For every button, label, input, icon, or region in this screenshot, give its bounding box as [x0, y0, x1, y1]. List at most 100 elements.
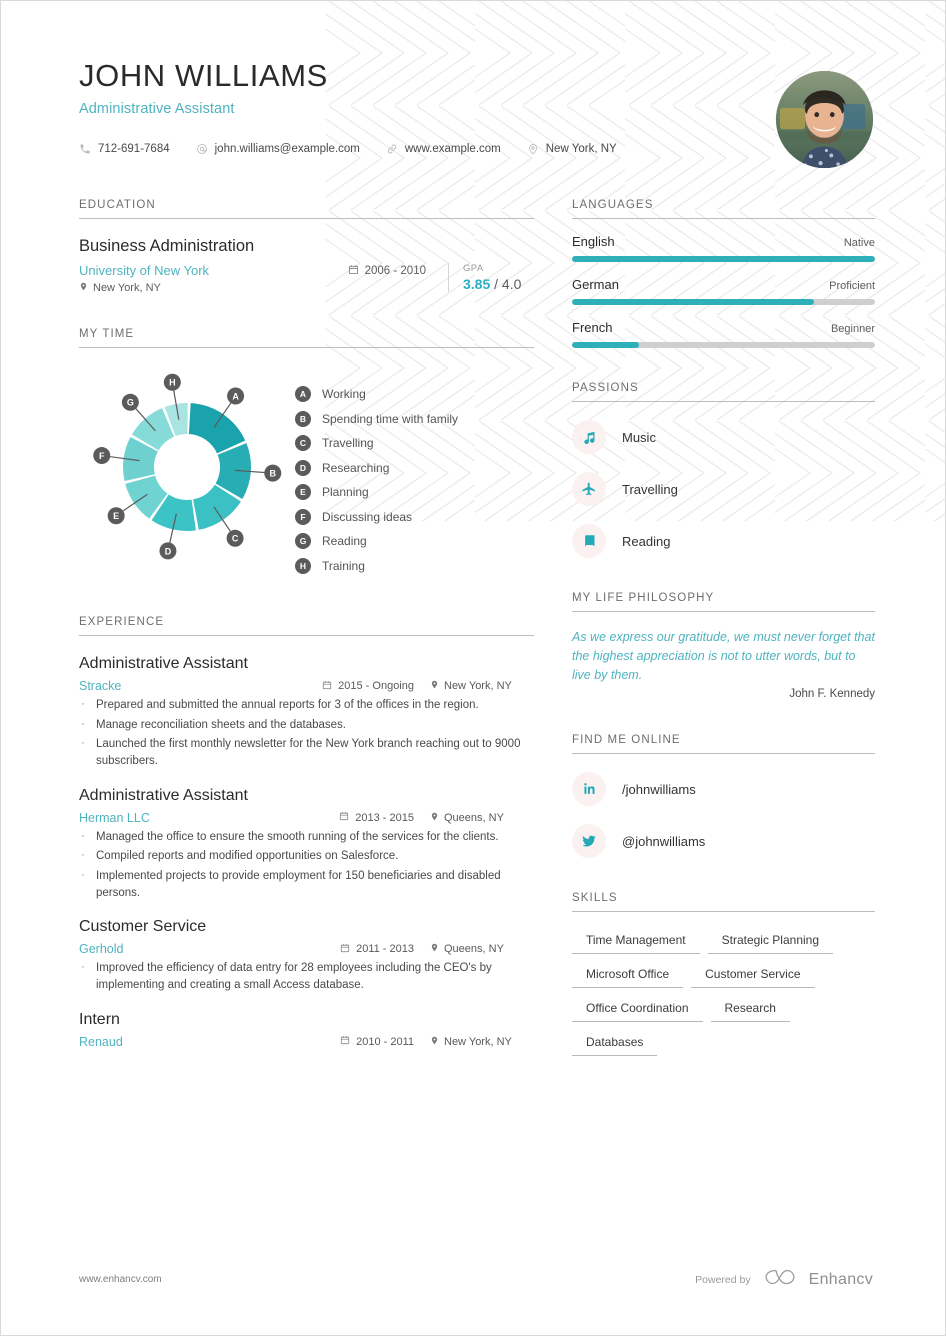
experience-bullets: · Improved the efficiency of data entry f…: [79, 960, 534, 993]
legend-label-c: Travelling: [322, 436, 374, 450]
legend-item: E Planning: [295, 484, 534, 500]
legend-item: A Working: [295, 386, 534, 402]
link-icon: [386, 143, 398, 155]
experience-company: Herman LLC: [79, 810, 150, 825]
language-item: English Native: [572, 234, 875, 262]
experience-role: Customer Service: [79, 918, 207, 936]
resume-header: JOHN WILLIAMS Administrative Assistant 7…: [79, 58, 873, 177]
language-progress-fill: [572, 256, 875, 262]
location-icon: [527, 143, 539, 155]
brand-name: Enhancv: [808, 1270, 873, 1288]
gpa-number: 3.85: [463, 276, 491, 292]
philosophy-section: MY LIFE PHILOSOPHY As we express our gra…: [572, 592, 875, 700]
my-time-donut-chart: A B C D E F G H: [79, 364, 295, 570]
experience-location-value: Queens, NY: [444, 943, 504, 956]
social-item-twitter[interactable]: @johnwilliams: [572, 824, 875, 858]
skills-section-title: SKILLS: [572, 892, 875, 912]
language-item: French Beginner: [572, 320, 875, 348]
experience-location: New York, NY: [430, 680, 534, 692]
passion-label-travelling: Travelling: [622, 481, 678, 497]
contact-phone[interactable]: 712-691-7684: [79, 143, 170, 155]
right-column: LANGUAGES English Native German Proficient F…: [572, 199, 875, 1056]
language-name: English: [572, 234, 615, 249]
calendar-icon: [339, 811, 349, 824]
education-location: New York, NY: [79, 282, 348, 294]
resume-page: JOHN WILLIAMS Administrative Assistant 7…: [0, 0, 946, 1336]
legend-item: D Researching: [295, 459, 534, 476]
language-item: German Proficient: [572, 277, 875, 305]
airplane-icon: [572, 472, 606, 506]
contact-website[interactable]: www.example.com: [386, 143, 501, 155]
legend-label-f: Discussing ideas: [322, 509, 413, 524]
donut-segment-a: [188, 403, 246, 454]
experience-bullets: · Managed the office to ensure the smooth…: [79, 829, 534, 902]
experience-bullet-text: Implemented projects to provide employme…: [96, 870, 501, 899]
experience-company: Gerhold: [79, 942, 124, 957]
passion-item-reading: Reading: [572, 524, 875, 558]
experience-date: 2011 - 2013: [340, 943, 414, 956]
legend-badge-d: D: [295, 459, 311, 476]
experience-date-value: 2011 - 2013: [356, 943, 414, 956]
gpa-box: GPA 3.85 / 4.0: [448, 263, 534, 292]
contact-email[interactable]: john.williams@example.com: [196, 143, 360, 155]
bullet-dot-icon: ·: [81, 849, 85, 862]
experience-location: New York, NY: [430, 1036, 534, 1048]
legend-label-b: Spending time with family: [322, 411, 459, 426]
skill-tag: Databases: [572, 1032, 658, 1056]
education-location-value: New York, NY: [93, 282, 161, 294]
experience-bullet: · Launched the first monthly newsletter f…: [79, 736, 534, 769]
passion-label-reading: Reading: [622, 533, 671, 549]
my-time-section: MY TIME ABCDEFGH A Working B Spending ti…: [79, 328, 534, 582]
linkedin-icon: [572, 772, 606, 806]
education-date: 2006 - 2010: [348, 263, 426, 278]
legend-label-h: Training: [322, 558, 365, 573]
location-icon: [430, 1036, 439, 1048]
experience-date-value: 2013 - 2015: [355, 811, 414, 824]
experience-date: 2013 - 2015: [339, 811, 414, 824]
gpa-scale: / 4.0: [494, 276, 522, 292]
legend-badge-b: B: [295, 410, 311, 427]
my-time-legend: A Working B Spending time with family C …: [295, 364, 534, 582]
passion-item-music: Music: [572, 420, 875, 454]
legend-badge-a: A: [295, 386, 311, 402]
calendar-icon: [322, 680, 332, 693]
social-label-linkedin: /johnwilliams: [622, 781, 696, 797]
bullet-dot-icon: ·: [81, 961, 85, 974]
social-label-twitter: @johnwilliams: [622, 833, 706, 849]
location-icon: [430, 943, 439, 955]
experience-bullet: · Implemented projects to provide employm…: [79, 868, 534, 901]
social-item-linkedin[interactable]: /johnwilliams: [572, 772, 875, 806]
language-progress-fill: [572, 299, 815, 305]
skill-tag: Time Management: [572, 930, 700, 954]
enhancv-logo-icon: [763, 1268, 797, 1291]
experience-entry: Intern Renaud 2010 - 2011 New York, NY: [79, 1011, 534, 1049]
experience-bullet-text: Improved the efficiency of data entry fo…: [96, 962, 492, 992]
powered-by-label: Powered by: [695, 1273, 751, 1286]
experience-bullet: · Prepared and submitted the annual repor…: [79, 697, 534, 714]
footer-url[interactable]: www.enhancv.com: [79, 1274, 162, 1285]
experience-bullet-text: Managed the office to ensure the smooth …: [96, 830, 499, 843]
contact-row: 712-691-7684 john.williams@example.com w…: [79, 143, 873, 155]
skills-section: SKILLS Time Management Strategic Planning…: [572, 892, 875, 1056]
job-title: Administrative Assistant: [79, 100, 235, 117]
legend-badge-f: F: [295, 508, 311, 525]
contact-location[interactable]: New York, NY: [527, 143, 617, 155]
location-icon: [79, 282, 88, 294]
experience-location: Queens, NY: [430, 812, 534, 824]
education-date-value: 2006 - 2010: [364, 265, 426, 277]
contact-email-value: john.williams@example.com: [214, 142, 360, 155]
philosophy-author: John F. Kennedy: [789, 688, 875, 700]
experience-bullet-text: Launched the first monthly newsletter fo…: [96, 738, 521, 768]
legend-item: C Travelling: [295, 435, 534, 451]
calendar-icon: [340, 943, 350, 956]
legend-item: F Discussing ideas: [295, 508, 534, 525]
legend-badge-g: G: [295, 533, 311, 549]
experience-bullet-text: Compiled reports and modified opportunit…: [96, 850, 399, 863]
skill-tag: Strategic Planning: [707, 930, 834, 954]
experience-entry: Administrative Assistant Stracke 2015 - On…: [79, 655, 534, 770]
philosophy-section-title: MY LIFE PHILOSOPHY: [572, 592, 875, 612]
calendar-icon: [340, 1035, 350, 1048]
experience-bullet-text: Manage reconciliation sheets and the dat…: [96, 718, 346, 731]
gpa-label: GPA: [463, 263, 484, 274]
profile-photo-illustration: [776, 71, 873, 168]
